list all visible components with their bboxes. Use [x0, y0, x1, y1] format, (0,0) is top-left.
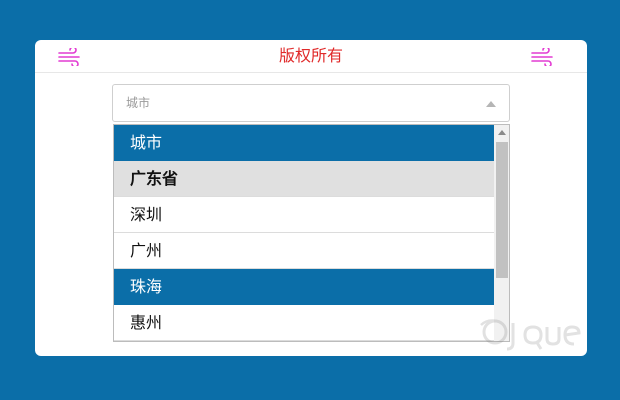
scrollbar-thumb[interactable]: [496, 142, 508, 278]
dropdown-option[interactable]: 惠州: [114, 305, 494, 341]
dropdown-option[interactable]: 深圳: [114, 197, 494, 233]
dropdown-option[interactable]: 广州: [114, 233, 494, 269]
jquery-logo-watermark: [480, 319, 581, 351]
card-header: 版权所有: [35, 40, 587, 73]
dropdown-group-label: 广东省: [114, 161, 494, 197]
page-title: 版权所有: [278, 46, 343, 65]
dropdown-scrollbar[interactable]: [494, 125, 509, 341]
city-select[interactable]: 城市: [112, 84, 510, 122]
dropdown-option[interactable]: 珠海: [114, 269, 494, 305]
select-value: 城市: [126, 96, 151, 110]
dropdown-list[interactable]: 城市 广东省 深圳 广州 珠海 惠州: [113, 124, 510, 342]
dropdown-option[interactable]: 城市: [114, 125, 494, 161]
wind-icon[interactable]: [530, 48, 556, 66]
caret-up-icon[interactable]: [486, 101, 496, 107]
content-card: 版权所有 城市 城市 广东省 深圳 广州 珠海 惠州: [35, 40, 587, 356]
scroll-up-icon[interactable]: [498, 130, 506, 135]
